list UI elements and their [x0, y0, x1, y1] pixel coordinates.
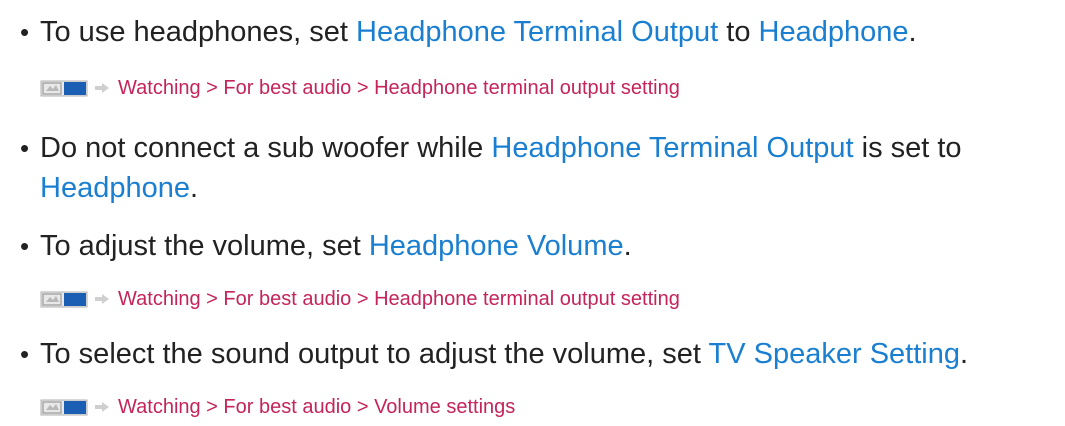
- bullet-point: •: [20, 133, 30, 163]
- text-segment: .: [960, 338, 969, 370]
- text-segment: To adjust the volume, set: [40, 230, 369, 262]
- text-segment: .: [908, 16, 917, 48]
- text-segment: is set to: [853, 132, 962, 164]
- bullet-item: • To select the sound output to adjust t…: [20, 334, 1050, 374]
- bullet-text: To select the sound output to adjust the…: [40, 334, 1050, 374]
- term-link[interactable]: Headphone Terminal Output: [491, 132, 853, 164]
- term-link[interactable]: Headphone Terminal Output: [356, 16, 718, 48]
- text-segment: Do not connect a sub woofer while: [40, 132, 492, 164]
- text-segment: To use headphones, set: [40, 16, 357, 48]
- term-link[interactable]: Headphone: [759, 16, 909, 48]
- term-link[interactable]: Headphone Volume: [369, 230, 624, 262]
- reference-link-row[interactable]: Watching > For best audio > Headphone te…: [40, 74, 680, 102]
- bullet-text: Do not connect a sub woofer while Headph…: [40, 128, 1050, 208]
- tv-menu-icon: [40, 80, 88, 97]
- reference-link-row[interactable]: Watching > For best audio > Volume setti…: [40, 393, 515, 421]
- term-link[interactable]: Headphone: [40, 172, 190, 204]
- reference-link[interactable]: Watching > For best audio > Volume setti…: [118, 396, 515, 419]
- bullet-item: • Do not connect a sub woofer while Head…: [20, 128, 1050, 208]
- tv-menu-icon: [40, 399, 88, 416]
- reference-link[interactable]: Watching > For best audio > Headphone te…: [118, 77, 680, 100]
- reference-link-row[interactable]: Watching > For best audio > Headphone te…: [40, 285, 680, 313]
- bullet-point: •: [20, 231, 30, 261]
- term-link[interactable]: TV Speaker Setting: [709, 338, 960, 370]
- bullet-text: To use headphones, set Headphone Termina…: [40, 12, 1050, 52]
- arrow-right-icon: [95, 402, 109, 412]
- bullet-point: •: [20, 17, 30, 47]
- bullet-text: To adjust the volume, set Headphone Volu…: [40, 226, 1050, 266]
- text-segment: To select the sound output to adjust the…: [40, 338, 709, 370]
- arrow-right-icon: [95, 83, 109, 93]
- tv-menu-icon: [40, 291, 88, 308]
- bullet-item: • To adjust the volume, set Headphone Vo…: [20, 226, 1050, 266]
- bullet-point: •: [20, 339, 30, 369]
- text-segment: .: [623, 230, 632, 262]
- text-segment: to: [718, 16, 759, 48]
- text-segment: .: [189, 172, 199, 204]
- bullet-item: • To use headphones, set Headphone Termi…: [20, 12, 1050, 52]
- arrow-right-icon: [95, 294, 109, 304]
- reference-link[interactable]: Watching > For best audio > Headphone te…: [118, 288, 680, 311]
- help-page: • To use headphones, set Headphone Termi…: [0, 0, 1065, 426]
